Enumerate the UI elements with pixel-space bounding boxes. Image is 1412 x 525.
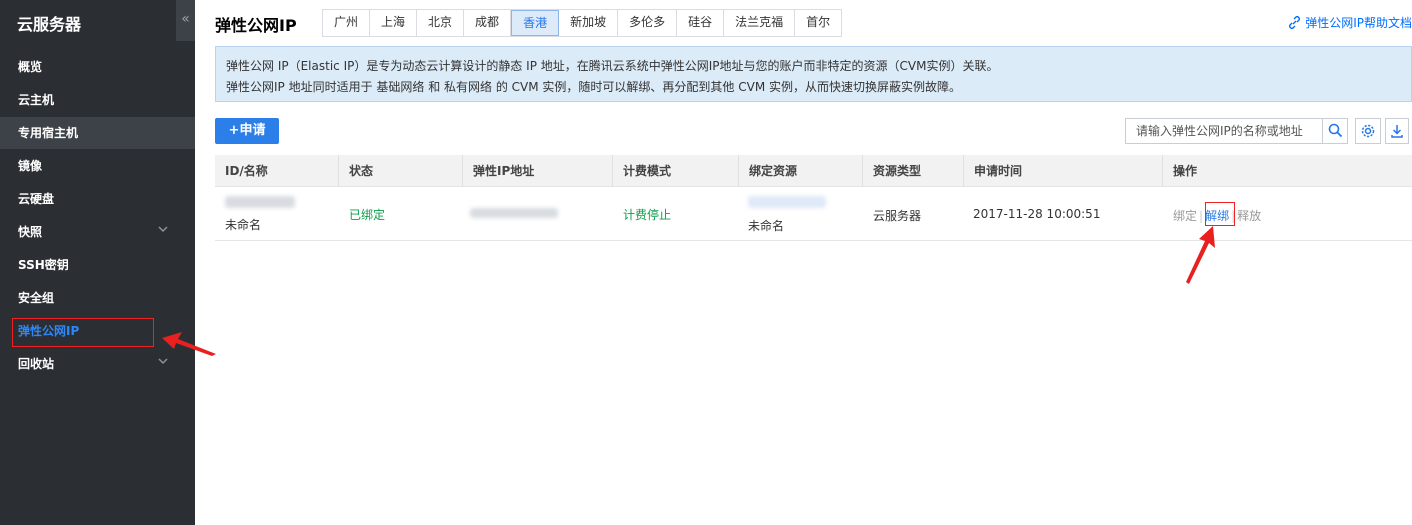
region-tab[interactable]: 首尔 xyxy=(795,10,842,36)
column-header-ip: 弹性IP地址 xyxy=(462,155,612,187)
search-input[interactable] xyxy=(1126,119,1323,143)
region-tabs: 广州 上海 北京 成都 香港 新加坡 多伦多 硅谷 法兰克福 首尔 xyxy=(322,9,843,37)
sidebar-collapse-button[interactable]: « xyxy=(176,0,195,41)
column-header-status: 状态 xyxy=(338,155,462,187)
sidebar: 云服务器 « 概览 云主机 专用宿主机 镜像 云硬盘 快照 SSH密钥 安全组 … xyxy=(0,0,195,525)
main-content: 弹性公网IP 广州 上海 北京 成都 香港 新加坡 多伦多 硅谷 法兰克福 首尔… xyxy=(195,0,1412,525)
settings-gear-icon[interactable] xyxy=(1355,118,1381,144)
apply-button[interactable]: +申请 xyxy=(215,118,279,144)
eip-table: ID/名称 状态 弹性IP地址 计费模式 绑定资源 资源类型 申请时间 操作 未… xyxy=(215,155,1412,241)
sidebar-item-dedicated-host[interactable]: 专用宿主机 xyxy=(0,117,195,149)
region-tab[interactable]: 多伦多 xyxy=(618,10,678,36)
download-icon[interactable] xyxy=(1385,118,1409,144)
sidebar-item-label: 安全组 xyxy=(18,291,55,305)
status-badge: 已绑定 xyxy=(349,208,386,222)
region-tab[interactable]: 法兰克福 xyxy=(724,10,796,36)
sidebar-item-label: 专用宿主机 xyxy=(18,126,79,140)
region-tab[interactable]: 新加坡 xyxy=(559,10,619,36)
column-header-resource-type: 资源类型 xyxy=(862,155,963,187)
sidebar-item-label: 概览 xyxy=(18,60,43,74)
sidebar-title: 云服务器 xyxy=(17,15,82,34)
sidebar-item-label: 云硬盘 xyxy=(18,192,55,206)
region-tab[interactable]: 北京 xyxy=(417,10,465,36)
sidebar-item-disks[interactable]: 云硬盘 xyxy=(0,183,195,215)
sidebar-item-label: 回收站 xyxy=(18,357,55,371)
region-tab-selected[interactable]: 香港 xyxy=(511,10,560,36)
resource-id-masked[interactable] xyxy=(748,196,826,211)
created-time: 2017-11-28 10:00:51 xyxy=(973,207,1101,221)
notice-line: 弹性公网 IP（Elastic IP）是专为动态云计算设计的静态 IP 地址，在… xyxy=(226,59,999,73)
sidebar-item-security-groups[interactable]: 安全组 xyxy=(0,282,195,314)
sidebar-item-images[interactable]: 镜像 xyxy=(0,150,195,182)
billing-mode: 计费停止 xyxy=(623,208,672,222)
search-box xyxy=(1125,118,1348,144)
chevron-down-icon xyxy=(158,216,168,248)
region-tab[interactable]: 上海 xyxy=(370,10,418,36)
link-icon xyxy=(1289,16,1301,29)
eip-id-masked xyxy=(225,196,295,211)
column-header-billing: 计费模式 xyxy=(612,155,738,187)
sidebar-item-ssh-keys[interactable]: SSH密钥 xyxy=(0,249,195,281)
resource-type: 云服务器 xyxy=(873,209,922,223)
column-header-created: 申请时间 xyxy=(963,155,1162,187)
search-icon[interactable] xyxy=(1322,119,1347,143)
highlight-box xyxy=(12,318,154,347)
page-title: 弹性公网IP xyxy=(215,16,297,35)
resource-name: 未命名 xyxy=(748,219,785,233)
column-header-id-name: ID/名称 xyxy=(225,164,268,178)
bind-action[interactable]: 绑定 xyxy=(1173,209,1197,223)
sidebar-item-overview[interactable]: 概览 xyxy=(0,51,195,83)
help-doc-link[interactable]: 弹性公网IP帮助文档 xyxy=(1288,14,1412,31)
notice-line: 弹性公网IP 地址同时适用于 基础网络 和 私有网络 的 CVM 实例，随时可以… xyxy=(226,80,961,94)
column-header-actions: 操作 xyxy=(1162,155,1412,187)
release-action[interactable]: 释放 xyxy=(1237,209,1261,223)
highlight-box xyxy=(1205,202,1235,226)
eip-name: 未命名 xyxy=(225,218,262,232)
sidebar-item-instances[interactable]: 云主机 xyxy=(0,84,195,116)
sidebar-item-label: SSH密钥 xyxy=(18,258,69,272)
ip-address-masked xyxy=(470,207,558,221)
help-doc-label: 弹性公网IP帮助文档 xyxy=(1305,16,1412,30)
column-header-resource: 绑定资源 xyxy=(738,155,862,187)
region-tab[interactable]: 硅谷 xyxy=(677,10,725,36)
region-tab[interactable]: 成都 xyxy=(464,10,512,36)
info-notice: 弹性公网 IP（Elastic IP）是专为动态云计算设计的静态 IP 地址，在… xyxy=(215,46,1412,102)
sidebar-item-label: 云主机 xyxy=(18,93,55,107)
sidebar-item-snapshots[interactable]: 快照 xyxy=(0,216,195,248)
region-tab[interactable]: 广州 xyxy=(323,10,371,36)
sidebar-item-label: 镜像 xyxy=(18,159,43,173)
table-header: ID/名称 状态 弹性IP地址 计费模式 绑定资源 资源类型 申请时间 操作 xyxy=(215,155,1412,187)
annotation-arrow-icon xyxy=(1186,226,1215,284)
sidebar-item-label: 快照 xyxy=(18,225,43,239)
